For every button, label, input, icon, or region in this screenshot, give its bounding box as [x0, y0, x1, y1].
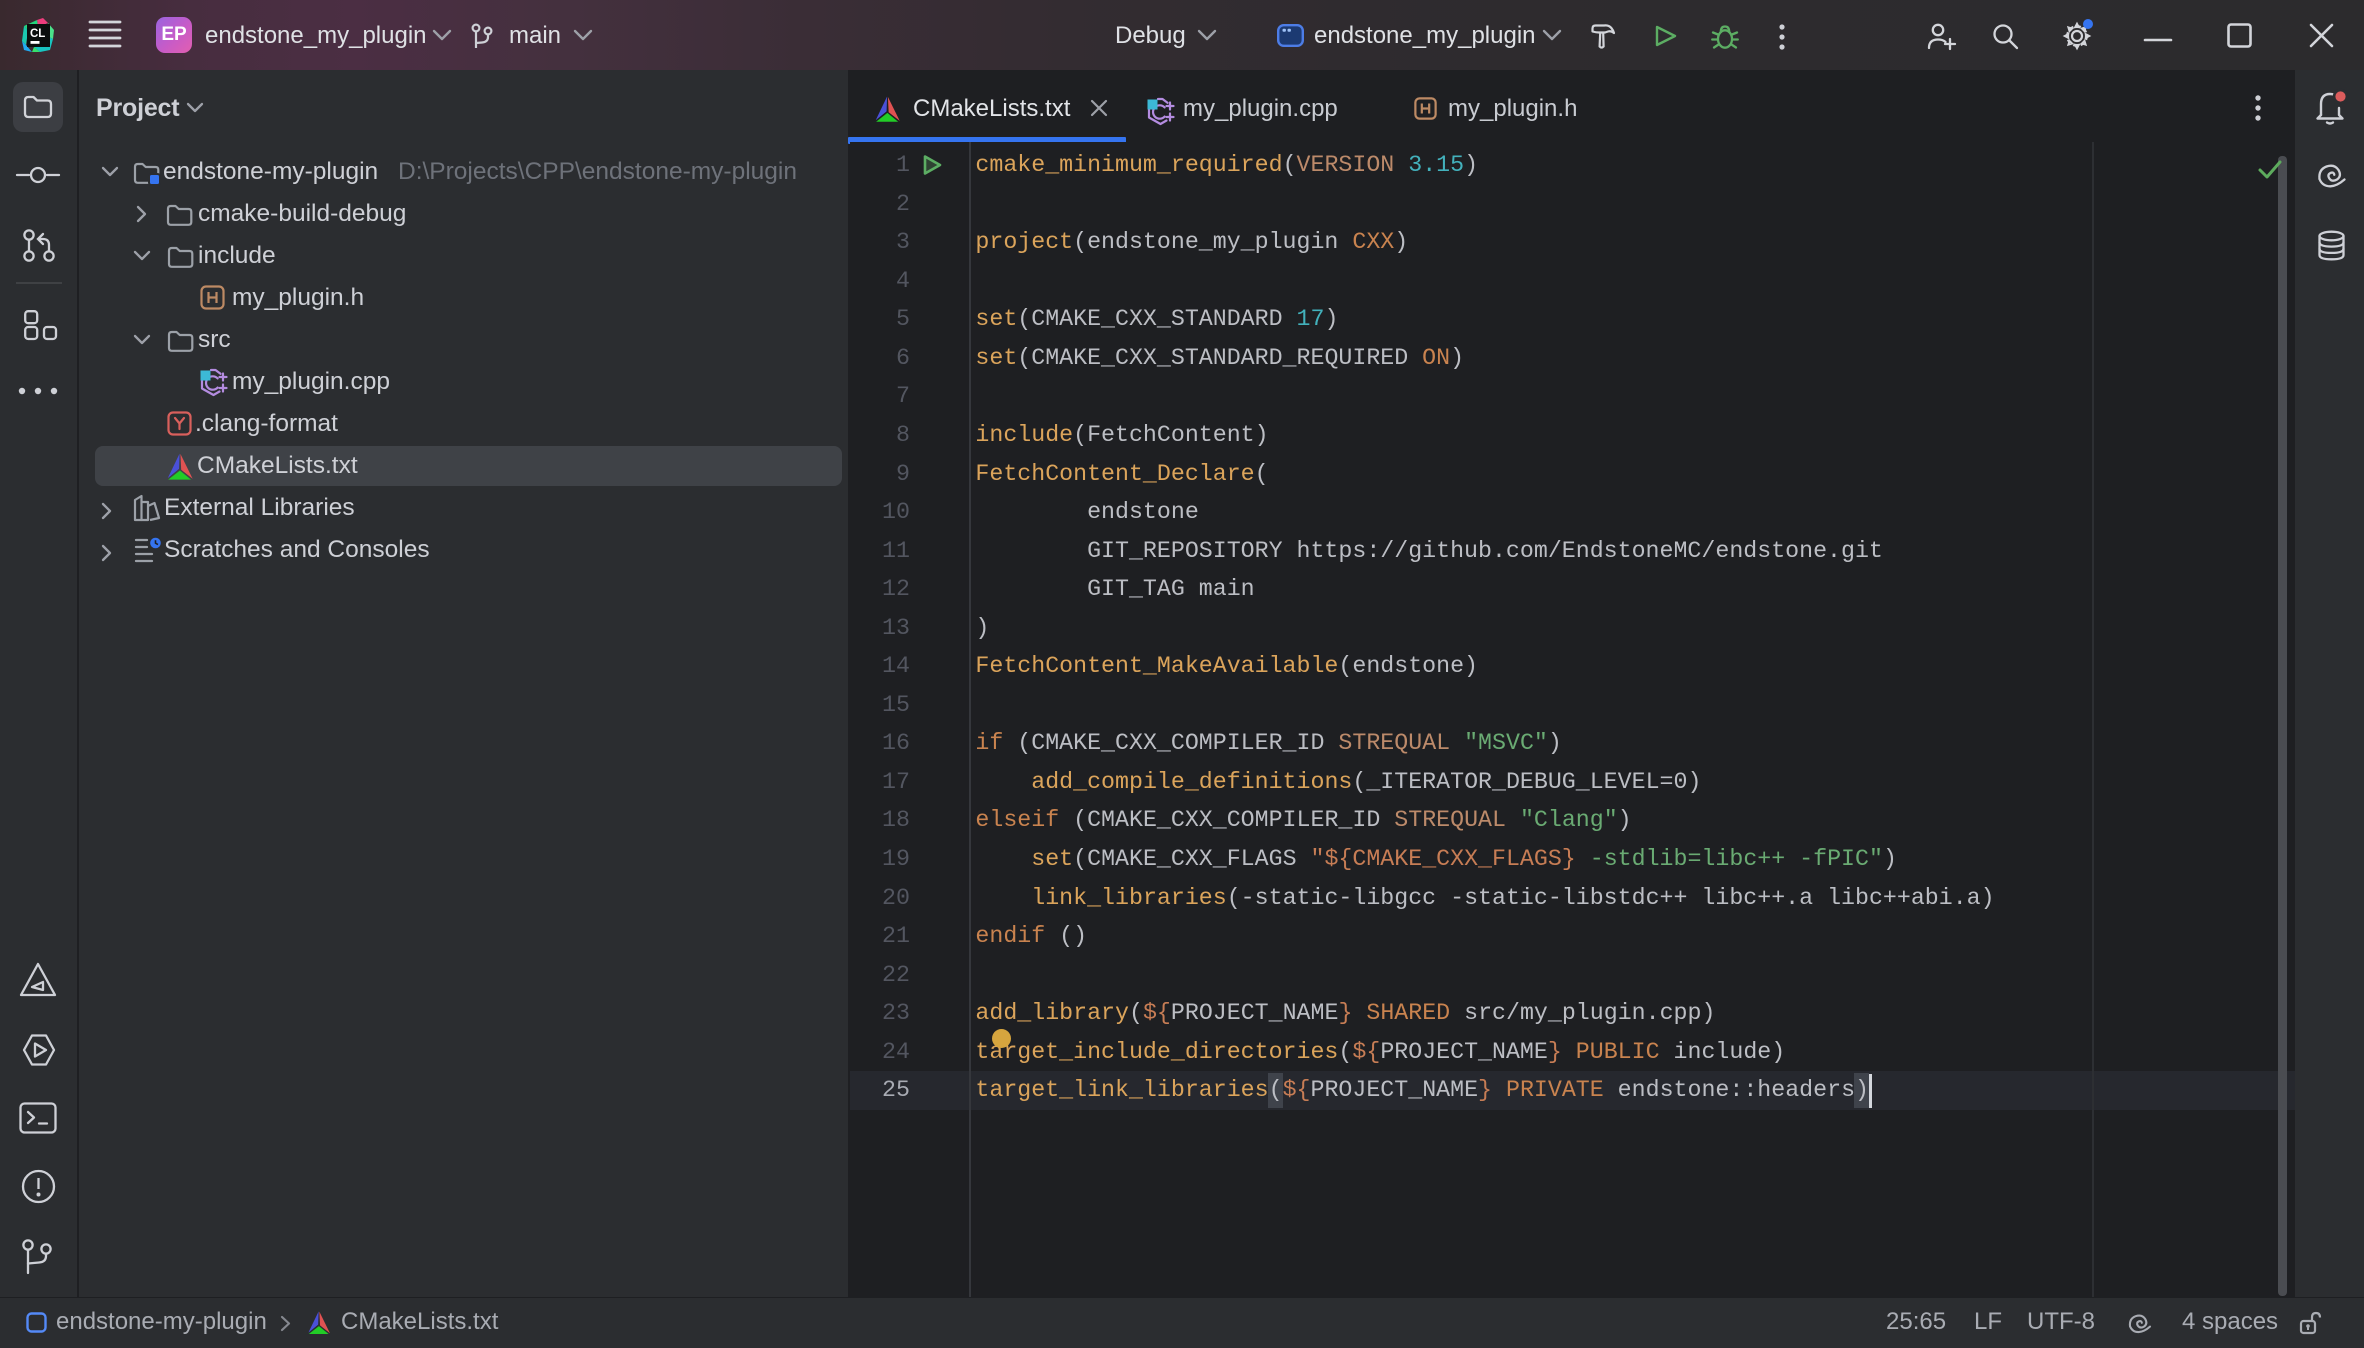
svg-text:CL: CL [30, 28, 45, 40]
